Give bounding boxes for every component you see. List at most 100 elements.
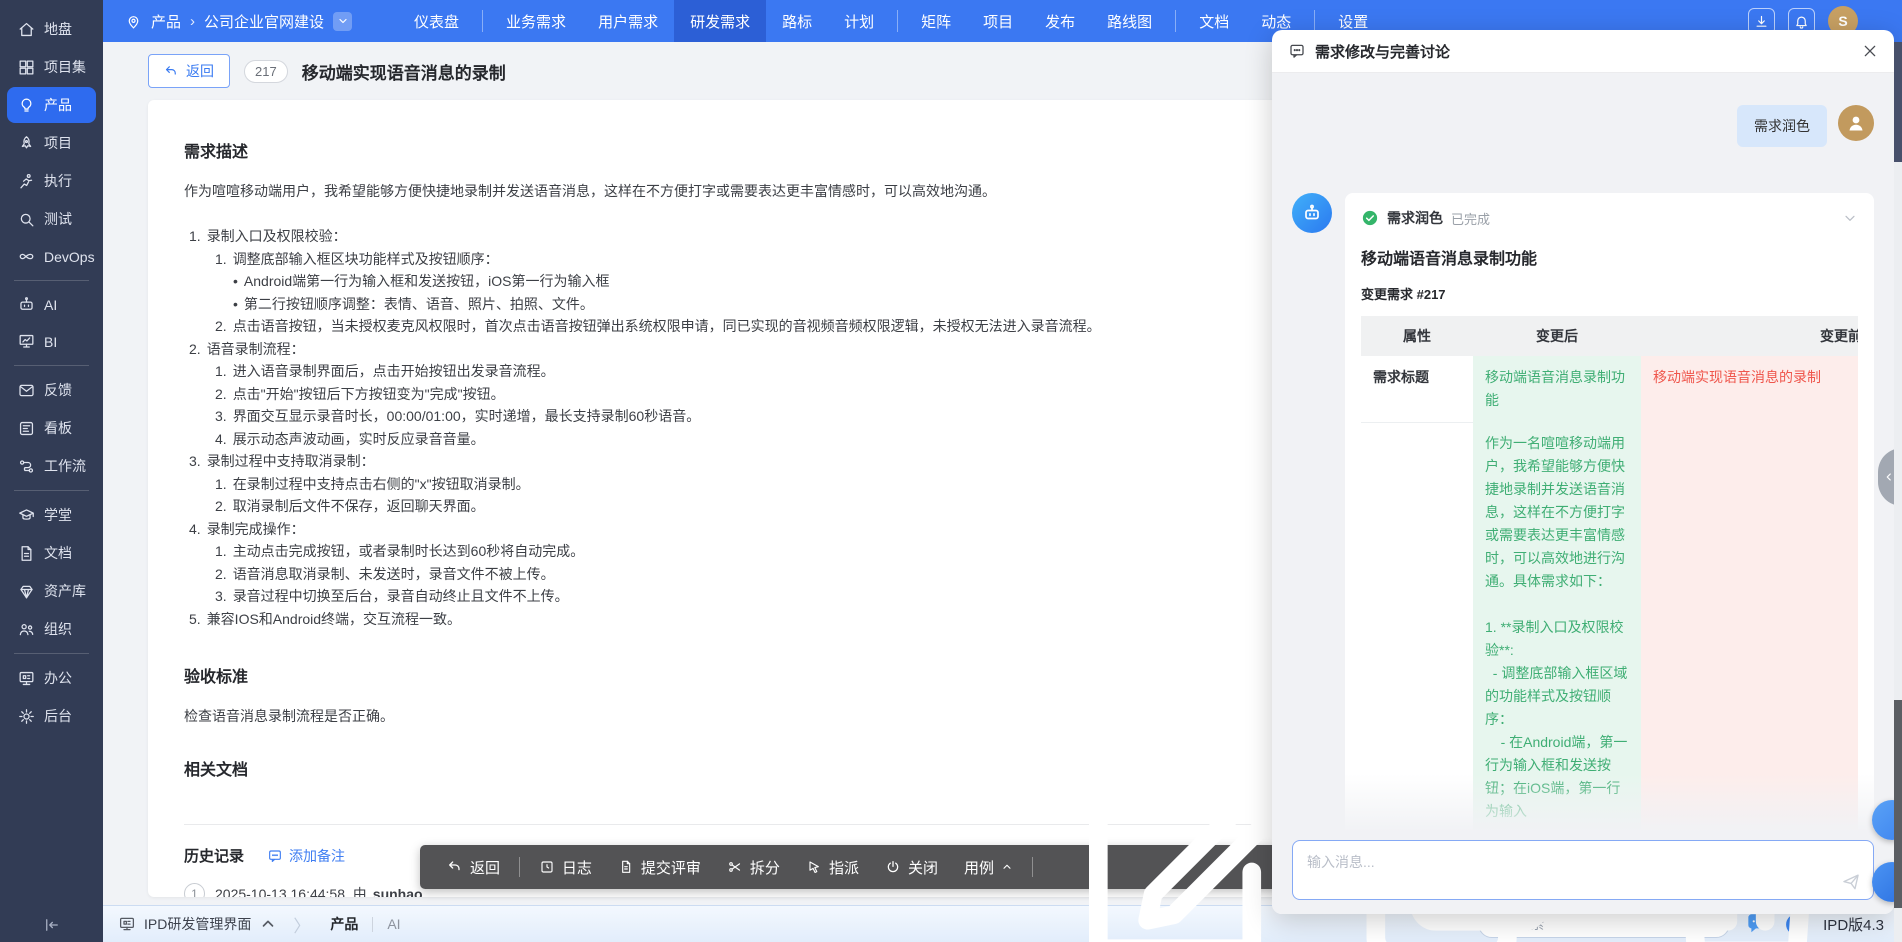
- chat-area[interactable]: 需求润色 需求润色 已完成 移动端语音消息录制功能 变: [1272, 73, 1894, 832]
- sidebar-item-kanban[interactable]: 看板: [7, 410, 96, 446]
- product-icon: [17, 96, 36, 115]
- topbar-menu-item-0[interactable]: 仪表盘: [398, 0, 475, 42]
- sidebar-item-label: 工作流: [44, 456, 86, 476]
- sidebar-item-bi[interactable]: BI: [7, 324, 96, 359]
- sidebar-item-label: 执行: [44, 171, 72, 191]
- diff-col-after: 变更后: [1473, 316, 1641, 356]
- scrollbar-thumb-top[interactable]: [1894, 42, 1902, 162]
- sidebar-divider: [14, 490, 89, 491]
- sidebar-item-execution[interactable]: 执行: [7, 163, 96, 199]
- sidebar-item-label: 资产库: [44, 581, 86, 601]
- chevron-down-icon[interactable]: [1842, 210, 1858, 226]
- ai-result-card: 需求润色 已完成 移动端语音消息录制功能 变更需求 #217 属性 变更后: [1345, 193, 1874, 832]
- sidebar-collapse-button[interactable]: [0, 916, 103, 934]
- doc-header: 返回 217 移动端实现语音消息的录制: [148, 54, 506, 88]
- history-entry-user: sunhao: [373, 886, 423, 898]
- devops-icon: [17, 247, 36, 266]
- page-title: 移动端实现语音消息的录制: [302, 59, 506, 84]
- topbar-menu-item-9[interactable]: 路线图: [1091, 0, 1168, 42]
- toolbar-close-button[interactable]: 关闭: [872, 857, 951, 878]
- ai-message-row: 需求润色 已完成 移动端语音消息录制功能 变更需求 #217 属性 变更后: [1292, 193, 1874, 832]
- toolbar-back-button[interactable]: 返回: [434, 857, 513, 878]
- ai-avatar: [1292, 193, 1332, 233]
- sidebar-item-label: 反馈: [44, 380, 72, 400]
- toolbar-usecase-button[interactable]: 用例: [951, 857, 1026, 878]
- tab-divider: [372, 917, 373, 932]
- toolbar-assign-button[interactable]: 指派: [793, 857, 872, 878]
- menu-separator: [1314, 10, 1315, 32]
- topbar-menu-item-1[interactable]: 业务需求: [490, 0, 582, 42]
- sidebar-item-admin[interactable]: 后台: [7, 698, 96, 734]
- sidebar-item-test[interactable]: 测试: [7, 201, 96, 237]
- topbar-menu-item-10[interactable]: 文档: [1183, 0, 1245, 42]
- chevron-up-icon: [1001, 861, 1013, 873]
- topbar-menu-item-7[interactable]: 项目: [967, 0, 1029, 42]
- reply-arrow-icon: [164, 64, 179, 79]
- send-icon[interactable]: [1841, 872, 1861, 892]
- office-icon: [17, 669, 36, 688]
- sidebar-divider: [14, 280, 89, 281]
- topbar-menu-item-2[interactable]: 用户需求: [582, 0, 674, 42]
- diff-before-cell: [1641, 422, 1858, 832]
- download-icon: [1754, 14, 1769, 29]
- diff-attr-cell: [1361, 422, 1473, 832]
- history-title: 历史记录: [184, 845, 244, 866]
- sidebar-item-project[interactable]: 项目: [7, 125, 96, 161]
- sidebar-item-devops[interactable]: DevOps: [7, 239, 96, 274]
- table-row: 作为一名喧喧移动端用户，我希望能够方便快捷地录制并发送语音消息，这样在不方便打字…: [1361, 422, 1858, 832]
- toolbar-log-button[interactable]: 日志: [526, 857, 605, 878]
- back-button[interactable]: 返回: [148, 54, 230, 88]
- sidebar-item-school[interactable]: 学堂: [7, 497, 96, 533]
- test-icon: [17, 210, 36, 229]
- add-note-link[interactable]: 添加备注: [267, 846, 345, 866]
- sidebar-item-workflow[interactable]: 工作流: [7, 448, 96, 484]
- sidebar-item-document[interactable]: 文档: [7, 535, 96, 571]
- sidebar-item-label: 文档: [44, 543, 72, 563]
- sidebar-item-organization[interactable]: 组织: [7, 611, 96, 647]
- sidebar-item-project-set[interactable]: 项目集: [7, 49, 96, 85]
- panel-header: 需求修改与完善讨论: [1272, 30, 1894, 73]
- sidebar-item-office[interactable]: 办公: [7, 660, 96, 696]
- review-doc-icon: [618, 859, 634, 875]
- topbar-menu-item-6[interactable]: 矩阵: [905, 0, 967, 42]
- toolbar-split-button[interactable]: 拆分: [714, 857, 793, 878]
- sidebar-item-home[interactable]: 地盘: [7, 11, 96, 47]
- topbar-menu-item-5[interactable]: 计划: [828, 0, 890, 42]
- diff-attr-cell: 需求标题: [1361, 356, 1473, 422]
- comment-bubble-icon: [267, 848, 283, 864]
- message-input-box: [1292, 840, 1874, 900]
- feedback-icon: [17, 381, 36, 400]
- breadcrumb-section[interactable]: 产品: [151, 11, 181, 32]
- sidebar-item-product[interactable]: 产品: [7, 87, 96, 123]
- admin-icon: [17, 707, 36, 726]
- toolbar-submit-review-button[interactable]: 提交评审: [605, 857, 714, 878]
- sidebar-item-feedback[interactable]: 反馈: [7, 372, 96, 408]
- sidebar-item-assets[interactable]: 资产库: [7, 573, 96, 609]
- scrollbar-thumb-bottom[interactable]: [1894, 700, 1902, 908]
- project-switcher-button[interactable]: [333, 12, 352, 31]
- chevron-up-icon: [259, 915, 277, 933]
- sidebar-item-label: 学堂: [44, 505, 72, 525]
- breadcrumb-project[interactable]: 公司企业官网建设: [204, 11, 324, 32]
- close-icon[interactable]: [1862, 43, 1878, 59]
- bell-icon: [1794, 14, 1809, 29]
- taskbar-tab-ai[interactable]: AI: [383, 916, 404, 932]
- taskbar-tab-product[interactable]: 产品: [326, 914, 362, 934]
- message-input[interactable]: [1293, 841, 1873, 899]
- menu-separator: [897, 10, 898, 32]
- sidebar-item-ai[interactable]: AI: [7, 287, 96, 322]
- ai-icon: [17, 295, 36, 314]
- chat-input-row: [1272, 832, 1894, 914]
- topbar-menu-item-4[interactable]: 路标: [766, 0, 828, 42]
- sidebar-item-label: DevOps: [44, 249, 95, 265]
- history-entry-number: 1: [184, 883, 205, 897]
- sidebar-item-label: 办公: [44, 668, 72, 688]
- person-icon: [1844, 111, 1868, 135]
- topbar-menu-item-3[interactable]: 研发需求: [674, 0, 766, 42]
- topbar-menu-item-8[interactable]: 发布: [1029, 0, 1091, 42]
- assets-icon: [17, 582, 36, 601]
- sidebar-divider: [14, 653, 89, 654]
- user-avatar: [1838, 105, 1874, 141]
- menu-separator: [1175, 10, 1176, 32]
- app-switcher[interactable]: IPD研发管理界面: [118, 914, 277, 934]
